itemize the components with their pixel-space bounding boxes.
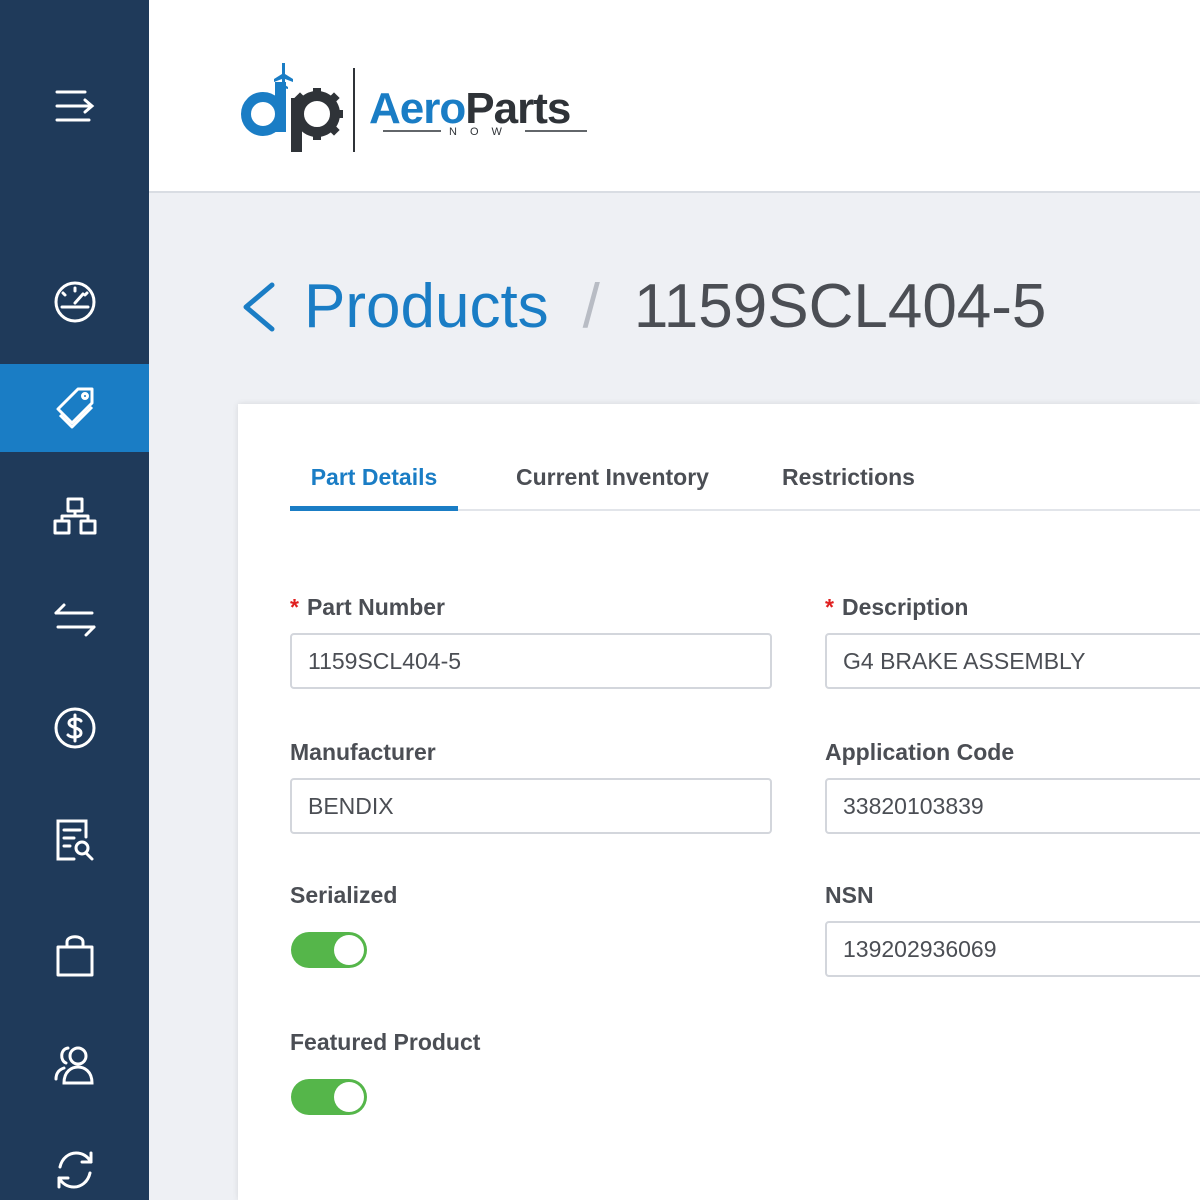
part-number-label-text: Part Number	[306, 594, 445, 620]
sidebar-item-hierarchy[interactable]	[0, 472, 149, 560]
sidebar-item-reports[interactable]	[0, 796, 149, 884]
page-title: 1159SCL404-5	[633, 272, 1047, 341]
sidebar-item-dashboard[interactable]	[0, 258, 149, 346]
aeroparts-logo: AeroParts NOW	[241, 63, 587, 152]
tab-current-inventory[interactable]: Current Inventory	[510, 464, 715, 511]
required-marker: *	[290, 594, 299, 620]
sync-icon	[57, 1151, 92, 1189]
shopping-bag-icon	[56, 935, 93, 977]
sidebar-item-pricing[interactable]	[0, 684, 149, 772]
nsn-input[interactable]: 139202936069	[825, 921, 1200, 977]
tags-icon	[56, 387, 93, 429]
dollar-circle-icon	[54, 707, 95, 749]
breadcrumb-parent[interactable]: Products	[304, 272, 549, 342]
hierarchy-icon	[53, 497, 96, 535]
menu-icon	[55, 90, 94, 122]
serialized-label: Serialized	[290, 882, 398, 908]
breadcrumb-separator: /	[582, 272, 600, 341]
featured-product-label: Featured Product	[290, 1029, 481, 1055]
breadcrumb: Products / 1159SCL404-5	[240, 272, 1046, 342]
nsn-label: NSN	[825, 882, 874, 908]
featured-product-toggle[interactable]	[291, 1079, 367, 1115]
sidebar-item-products[interactable]	[0, 364, 149, 452]
brand-sub: NOW	[449, 126, 515, 138]
tab-part-details[interactable]: Part Details	[290, 464, 458, 511]
tab-restrictions[interactable]: Restrictions	[778, 464, 919, 511]
transfer-arrows-icon	[54, 603, 95, 637]
application-code-label: Application Code	[825, 739, 1015, 765]
sidebar-item-users[interactable]	[0, 1020, 149, 1108]
document-search-icon	[56, 819, 93, 861]
sidebar-item-orders[interactable]	[0, 912, 149, 1000]
toggle-knob	[334, 1082, 364, 1112]
serialized-toggle[interactable]	[291, 932, 367, 968]
part-number-input[interactable]: 1159SCL404-5	[290, 633, 772, 689]
users-icon	[54, 1046, 94, 1085]
breadcrumb-back-link[interactable]: Products	[240, 272, 549, 342]
menu-toggle-button[interactable]	[0, 62, 149, 150]
part-number-label: * Part Number	[290, 594, 445, 621]
toggle-knob	[334, 935, 364, 965]
manufacturer-label: Manufacturer	[290, 739, 436, 765]
description-label: * Description	[825, 594, 968, 621]
sidebar	[0, 0, 149, 1200]
top-header: AeroParts NOW	[149, 0, 1200, 193]
tab-bar: Part Details Current Inventory Restricti…	[290, 464, 1200, 511]
required-marker: *	[825, 594, 834, 620]
description-input[interactable]: G4 BRAKE ASSEMBLY	[825, 633, 1200, 689]
product-card: Part Details Current Inventory Restricti…	[238, 404, 1200, 1200]
manufacturer-input[interactable]: BENDIX	[290, 778, 772, 834]
sidebar-item-sync[interactable]	[0, 1126, 149, 1200]
chevron-left-icon	[243, 282, 275, 332]
description-label-text: Description	[841, 594, 969, 620]
sidebar-item-transfers[interactable]	[0, 576, 149, 664]
dashboard-gauge-icon	[54, 281, 95, 323]
application-code-input[interactable]: 33820103839	[825, 778, 1200, 834]
